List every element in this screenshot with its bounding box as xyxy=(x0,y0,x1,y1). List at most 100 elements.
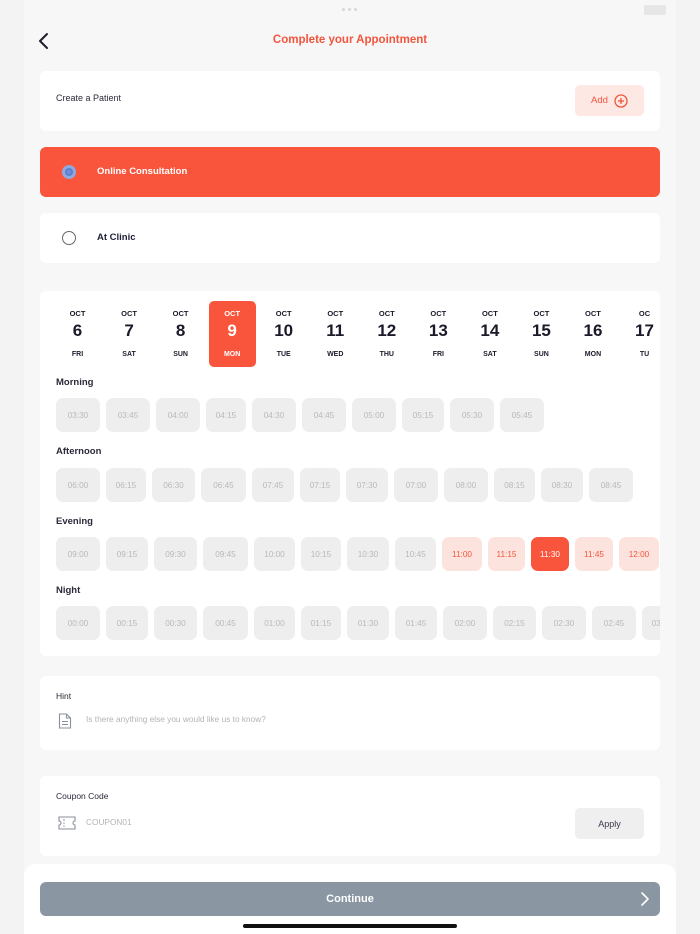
coupon-input[interactable] xyxy=(86,817,386,827)
at-clinic-option[interactable]: At Clinic xyxy=(40,213,660,263)
time-slot[interactable]: 04:00 xyxy=(156,398,200,432)
time-slot[interactable]: 07:00 xyxy=(394,468,438,502)
date-item[interactable]: OCT 6 FRI xyxy=(54,301,101,367)
date-weekday: TU xyxy=(639,351,650,358)
continue-label: Continue xyxy=(326,893,374,905)
time-slot[interactable]: 00:30 xyxy=(154,606,197,640)
time-slot[interactable]: 12:00 xyxy=(619,537,659,571)
time-slot[interactable]: 03:45 xyxy=(106,398,150,432)
time-slot[interactable]: 04:45 xyxy=(302,398,346,432)
time-slot[interactable]: 08:30 xyxy=(541,468,583,502)
slots-morning: 03:30 03:45 04:00 04:15 04:30 04:45 05:00 05:15… xyxy=(56,398,544,432)
time-slot[interactable]: 08:00 xyxy=(444,468,488,502)
time-slot[interactable]: 07:30 xyxy=(346,468,388,502)
time-slot[interactable]: 09:30 xyxy=(154,537,197,571)
date-day: 17 xyxy=(635,321,654,340)
time-slot[interactable]: 06:30 xyxy=(152,468,195,502)
date-month: OCT xyxy=(69,309,86,318)
time-slot[interactable]: 09:00 xyxy=(56,537,100,571)
period-label-afternoon: Afternoon xyxy=(56,446,102,457)
schedule-card: OCT 6 FRI OCT 7 SAT OCT 8 SUN OCT 9 MON OCT 10 TUE OCT 1… xyxy=(40,291,660,656)
date-item[interactable]: OCT 10 TUE xyxy=(260,301,307,367)
time-slot[interactable]: 09:15 xyxy=(106,537,148,571)
chevron-right-icon xyxy=(641,892,649,906)
time-slot[interactable]: 02:45 xyxy=(592,606,636,640)
time-slot[interactable]: 06:45 xyxy=(201,468,246,502)
radio-selected-icon[interactable] xyxy=(62,165,76,179)
add-patient-button[interactable]: Add xyxy=(575,85,644,116)
time-slot[interactable]: 01:00 xyxy=(254,606,295,640)
time-slot[interactable]: 05:45 xyxy=(500,398,544,432)
time-slot[interactable]: 07:15 xyxy=(300,468,340,502)
time-slot[interactable]: 02:15 xyxy=(493,606,536,640)
time-slot[interactable]: 01:45 xyxy=(395,606,437,640)
create-patient-label: Create a Patient xyxy=(56,93,122,103)
slots-evening: 09:00 09:15 09:30 09:45 10:00 10:15 10:30 10:45… xyxy=(56,537,659,571)
time-slot[interactable]: 05:00 xyxy=(352,398,396,432)
date-day: 16 xyxy=(583,321,603,340)
date-month: OCT xyxy=(481,309,498,318)
time-slot[interactable]: 00:00 xyxy=(56,606,100,640)
time-slot[interactable]: 02:30 xyxy=(542,606,586,640)
date-day: 10 xyxy=(274,321,294,340)
time-slot[interactable]: 08:45 xyxy=(589,468,633,502)
date-strip[interactable]: OCT 6 FRI OCT 7 SAT OCT 8 SUN OCT 9 MON OCT 10 TUE OCT 1… xyxy=(54,301,660,367)
date-item[interactable]: OCT 13 FRI xyxy=(415,301,462,367)
date-weekday: FRI xyxy=(432,351,444,358)
date-item[interactable]: OCT 12 THU xyxy=(363,301,410,367)
date-day: 6 xyxy=(72,321,83,340)
period-label-evening: Evening xyxy=(56,516,93,527)
time-slot[interactable]: 03:30 xyxy=(56,398,100,432)
document-icon xyxy=(58,713,72,729)
time-slot[interactable]: 03:00 xyxy=(642,606,660,640)
date-item[interactable]: OCT 16 MON xyxy=(569,301,616,367)
time-slot[interactable]: 08:15 xyxy=(494,468,535,502)
date-weekday: SUN xyxy=(173,351,188,358)
date-item[interactable]: OC 17 TU xyxy=(621,301,660,367)
slots-night: 00:00 00:15 00:30 00:45 01:00 01:15 01:30 01:45… xyxy=(56,606,660,640)
date-day: 13 xyxy=(428,321,448,340)
coupon-title: Coupon Code xyxy=(56,791,109,801)
period-label-morning: Morning xyxy=(56,377,94,388)
time-slot[interactable]: 10:30 xyxy=(347,537,389,571)
time-slot[interactable]: 11:00 xyxy=(442,537,482,571)
time-slot[interactable]: 11:45 xyxy=(575,537,613,571)
time-slot[interactable]: 06:00 xyxy=(56,468,100,502)
apply-coupon-button[interactable]: Apply xyxy=(575,808,644,839)
time-slot[interactable]: 00:15 xyxy=(106,606,148,640)
time-slot[interactable]: 01:15 xyxy=(301,606,341,640)
radio-unselected-icon[interactable] xyxy=(62,231,76,245)
time-slot[interactable]: 09:45 xyxy=(203,537,248,571)
time-slot[interactable]: 04:15 xyxy=(206,398,246,432)
create-patient-card: Create a Patient Add xyxy=(40,71,660,131)
date-month: OCT xyxy=(224,309,241,318)
continue-button[interactable]: Continue xyxy=(40,882,660,916)
time-slot[interactable]: 11:15 xyxy=(488,537,525,571)
time-slot[interactable]: 10:00 xyxy=(254,537,295,571)
date-item[interactable]: OCT 9 MON xyxy=(208,301,256,367)
date-item[interactable]: OCT 11 WED xyxy=(312,301,359,367)
date-weekday: MON xyxy=(584,351,602,358)
time-slot[interactable]: 05:30 xyxy=(450,398,494,432)
home-indicator xyxy=(243,924,457,928)
date-item[interactable]: OCT 15 SUN xyxy=(518,301,565,367)
time-slot[interactable]: 06:15 xyxy=(106,468,146,502)
online-consultation-option[interactable]: Online Consultation xyxy=(40,147,660,197)
period-label-night: Night xyxy=(56,585,81,596)
time-slot[interactable]: 01:30 xyxy=(347,606,389,640)
online-consultation-label: Online Consultation xyxy=(97,166,188,177)
date-weekday: FRI xyxy=(71,351,84,358)
hint-input[interactable] xyxy=(86,714,486,724)
time-slot[interactable]: 11:30 xyxy=(531,537,569,571)
time-slot[interactable]: 10:15 xyxy=(301,537,341,571)
date-item[interactable]: OCT 7 SAT xyxy=(106,301,153,367)
time-slot[interactable]: 00:45 xyxy=(203,606,248,640)
time-slot[interactable]: 07:45 xyxy=(252,468,294,502)
date-item[interactable]: OCT 14 SAT xyxy=(466,301,513,367)
time-slot[interactable]: 02:00 xyxy=(443,606,487,640)
status-bar xyxy=(24,0,676,20)
time-slot[interactable]: 05:15 xyxy=(402,398,444,432)
time-slot[interactable]: 04:30 xyxy=(252,398,296,432)
time-slot[interactable]: 10:45 xyxy=(395,537,436,571)
date-item[interactable]: OCT 8 SUN xyxy=(157,301,204,367)
